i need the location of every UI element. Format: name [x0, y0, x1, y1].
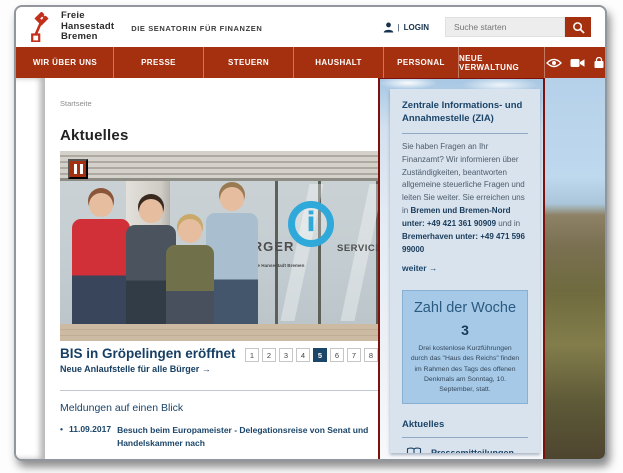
breadcrumb[interactable]: Startseite: [60, 99, 378, 108]
divider: [402, 437, 528, 438]
page-dot-6[interactable]: 6: [330, 348, 344, 362]
page-dot-1[interactable]: 1: [245, 348, 259, 362]
page-dot-4[interactable]: 4: [296, 348, 310, 362]
carousel-photo: BÜRGER i SERVICE Freie Hansestadt Bremen: [60, 151, 378, 341]
news-text: Besuch beim Europameister - Delegationsr…: [117, 424, 370, 450]
browser-frame: Freie Hansestadt Bremen DIE SENATORIN FÜ…: [14, 5, 607, 461]
page-dot-7[interactable]: 7: [347, 348, 361, 362]
site-header: Freie Hansestadt Bremen DIE SENATORIN FÜ…: [16, 7, 605, 47]
page-title: Aktuelles: [60, 127, 378, 144]
accessibility-icons: [545, 47, 605, 78]
zia-more-link[interactable]: weiter →: [402, 263, 437, 273]
page-dot-5-active[interactable]: 5: [313, 348, 327, 362]
press-releases-label: Pressemitteilungen: [431, 448, 514, 453]
photo-pavement: [60, 324, 378, 341]
photo-sign-service: SERVICE: [337, 243, 378, 254]
sidebar-zone: Zentrale Informations- und Annahmestelle…: [380, 78, 545, 459]
eye-icon[interactable]: [546, 58, 562, 68]
nav-item-wir-ueber-uns[interactable]: WIR ÜBER UNS: [16, 47, 114, 78]
news-list-item[interactable]: • 11.09.2017 Besuch beim Europameister -…: [60, 424, 370, 450]
sign-language-video-icon[interactable]: [570, 58, 585, 68]
carousel-title: BIS in Gröpelingen eröffnet: [60, 346, 236, 361]
user-icon: [383, 22, 394, 33]
page-dot-8[interactable]: 8: [364, 348, 378, 362]
photo-person-red-jacket: [72, 219, 130, 324]
bullet: •: [60, 424, 63, 450]
nav-item-personal[interactable]: PERSONAL: [384, 47, 459, 78]
carousel-pause-button[interactable]: [68, 159, 88, 179]
main-navigation: WIR ÜBER UNS PRESSE STEUERN HAUSHALT PER…: [16, 47, 605, 78]
news-date: 11.09.2017: [69, 424, 111, 450]
login-divider: |: [398, 23, 400, 32]
search-bar: [445, 17, 591, 37]
info-panel: Zentrale Informations- und Annahmestelle…: [390, 89, 540, 453]
nav-item-presse[interactable]: PRESSE: [114, 47, 204, 78]
sidebar-aktuelles-title: Aktuelles: [402, 419, 528, 430]
page-body: Startseite Aktuelles BÜRGER i SERVICE: [16, 78, 605, 459]
nav-item-haushalt[interactable]: HAUSHALT: [294, 47, 384, 78]
background-photo-right: [545, 78, 605, 459]
main-content: Startseite Aktuelles BÜRGER i SERVICE: [45, 78, 380, 459]
carousel-pagination: 1 2 3 4 5 6 7 8: [245, 348, 378, 362]
nav-item-steuern[interactable]: STEUERN: [204, 47, 294, 78]
zia-text: Sie haben Fragen an Ihr Finanzamt? Wir i…: [402, 141, 528, 258]
page-dot-3[interactable]: 3: [279, 348, 293, 362]
department-title: DIE SENATORIN FÜR FINANZEN: [131, 24, 262, 33]
photo-awning: [60, 151, 378, 181]
shopping-bag-icon[interactable]: [593, 57, 605, 69]
search-input[interactable]: [445, 17, 565, 37]
login-label: LOGIN: [404, 23, 429, 32]
header-right: | LOGIN: [383, 17, 591, 37]
news-section-title: Meldungen auf einen Blick: [60, 402, 378, 414]
number-of-week-box[interactable]: Zahl der Woche 3 Drei kostenlose Kurzfüh…: [402, 290, 528, 404]
number-of-week-value: 3: [410, 322, 520, 338]
photo-person-olive-shirt: [166, 245, 214, 324]
press-releases-link[interactable]: Pressemitteilungen: [406, 447, 528, 453]
divider: [402, 133, 528, 134]
logo-wordmark: Freie Hansestadt Bremen: [61, 11, 114, 43]
nav-item-neue-verwaltung[interactable]: NEUE VERWALTUNG: [459, 47, 545, 78]
info-icon: i: [288, 201, 334, 247]
carousel-caption: BIS in Gröpelingen eröffnet Neue Anlaufs…: [60, 346, 378, 374]
carousel-caption-link[interactable]: BIS in Gröpelingen eröffnet Neue Anlaufs…: [60, 346, 236, 374]
bremen-key-icon: [30, 12, 54, 42]
background-photo-left: [16, 78, 45, 459]
divider: [60, 390, 378, 391]
number-of-week-text: Drei kostenlose Kurzführungen durch das …: [410, 344, 520, 395]
book-icon: [406, 447, 422, 453]
page-dot-2[interactable]: 2: [262, 348, 276, 362]
search-icon: [572, 21, 585, 34]
search-button[interactable]: [565, 17, 591, 37]
zia-title: Zentrale Informations- und Annahmestelle…: [402, 100, 528, 126]
login-link[interactable]: | LOGIN: [383, 22, 429, 33]
bremen-logo[interactable]: Freie Hansestadt Bremen: [30, 11, 114, 43]
carousel-subtitle: Neue Anlaufstelle für alle Bürger →: [60, 364, 236, 374]
news-carousel: BÜRGER i SERVICE Freie Hansestadt Bremen: [60, 151, 378, 374]
number-of-week-title: Zahl der Woche: [410, 300, 520, 316]
